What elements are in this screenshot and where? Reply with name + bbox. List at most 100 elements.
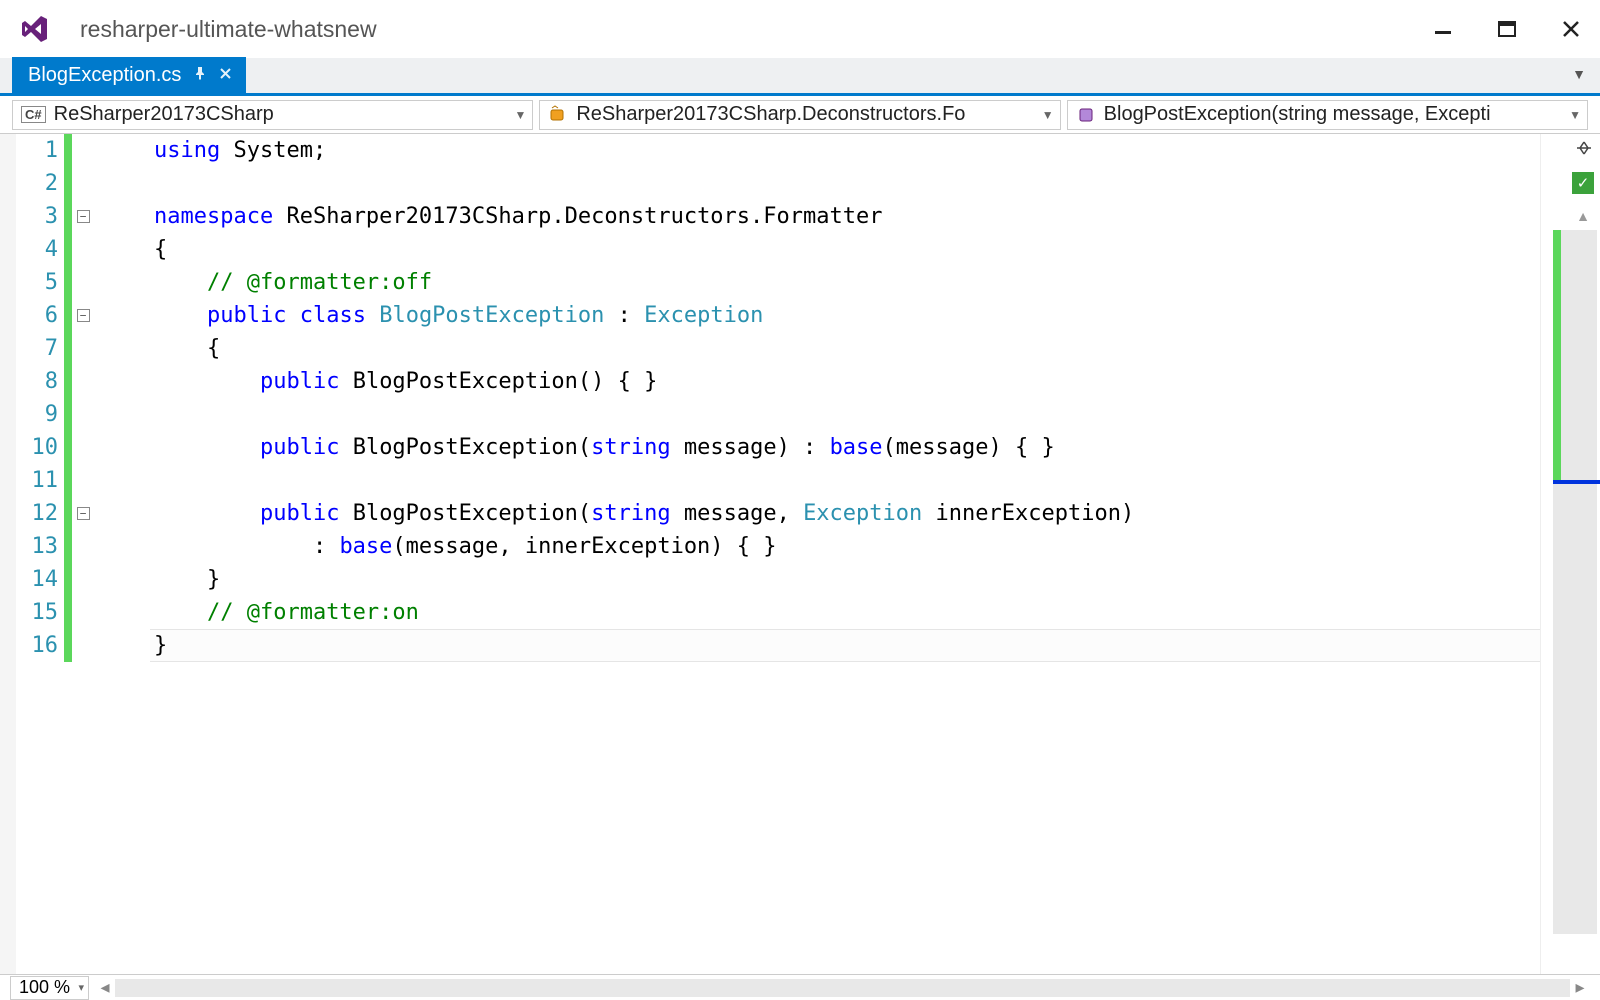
gutter-row: 12− — [16, 497, 150, 530]
line-number: 5 — [16, 270, 64, 295]
fold-toggle-icon[interactable]: − — [77, 309, 90, 322]
change-indicator — [64, 563, 72, 596]
gutter-row: 1 — [16, 134, 150, 167]
project-name: ReSharper20173CSharp — [54, 103, 274, 126]
code-line[interactable] — [150, 167, 1540, 200]
line-number: 6 — [16, 303, 64, 328]
maximize-button[interactable] — [1494, 16, 1520, 42]
gutter-row: 3− — [16, 200, 150, 233]
gutter-row: 13 — [16, 530, 150, 563]
code-text: : base(message, innerException) { } — [150, 534, 777, 559]
line-number-gutter: 123−456−789101112−13141516 — [16, 134, 150, 974]
code-line[interactable]: { — [150, 332, 1540, 365]
line-number: 11 — [16, 468, 64, 493]
code-line[interactable]: public class BlogPostException : Excepti… — [150, 299, 1540, 332]
scroll-right-icon[interactable]: ▸ — [1570, 977, 1590, 998]
marker-bar: ✓ ▲ — [1540, 134, 1600, 974]
change-indicator — [64, 629, 72, 662]
marker-track[interactable] — [1553, 230, 1597, 934]
code-line[interactable]: namespace ReSharper20173CSharp.Deconstru… — [150, 200, 1540, 233]
project-dropdown[interactable]: C# ReSharper20173CSharp ▼ — [12, 100, 533, 130]
inspection-status-icon[interactable]: ✓ — [1572, 172, 1594, 194]
chevron-down-icon: ▼ — [514, 108, 526, 122]
change-indicator — [64, 398, 72, 431]
code-line[interactable] — [150, 464, 1540, 497]
code-line[interactable]: } — [150, 563, 1540, 596]
change-indicator — [64, 530, 72, 563]
code-line[interactable]: using System; — [150, 134, 1540, 167]
change-indicator — [64, 497, 72, 530]
title-bar: resharper-ultimate-whatsnew — [0, 0, 1600, 58]
class-dropdown[interactable]: ReSharper20173CSharp.Deconstructors.Fo ▼ — [539, 100, 1060, 130]
gutter-row: 2 — [16, 167, 150, 200]
code-line[interactable] — [150, 398, 1540, 431]
fold-column: − — [72, 210, 94, 223]
close-tab-icon[interactable] — [219, 67, 232, 84]
fold-toggle-icon[interactable]: − — [77, 507, 90, 520]
line-number: 7 — [16, 336, 64, 361]
fold-toggle-icon[interactable]: − — [77, 210, 90, 223]
change-indicator — [64, 365, 72, 398]
gutter-row: 15 — [16, 596, 150, 629]
code-text: { — [150, 336, 220, 361]
pin-icon[interactable] — [193, 66, 207, 84]
code-line[interactable]: // @formatter:on — [150, 596, 1540, 629]
code-line[interactable]: } — [150, 629, 1540, 662]
code-text: public BlogPostException(string message)… — [150, 435, 1055, 460]
line-number: 16 — [16, 633, 64, 658]
code-line[interactable]: // @formatter:off — [150, 266, 1540, 299]
navigation-bar: C# ReSharper20173CSharp ▼ ReSharper20173… — [0, 96, 1600, 134]
tab-label: BlogException.cs — [28, 64, 181, 87]
change-indicator — [64, 464, 72, 497]
gutter-row: 9 — [16, 398, 150, 431]
scrollbar-track[interactable] — [115, 979, 1570, 997]
scroll-left-icon[interactable]: ◂ — [95, 977, 115, 998]
line-number: 13 — [16, 534, 64, 559]
line-number: 3 — [16, 204, 64, 229]
line-number: 9 — [16, 402, 64, 427]
code-line[interactable]: { — [150, 233, 1540, 266]
change-indicator — [64, 233, 72, 266]
tab-active[interactable]: BlogException.cs — [12, 57, 246, 93]
change-indicator — [64, 332, 72, 365]
code-text: public BlogPostException() { } — [150, 369, 657, 394]
close-button[interactable] — [1558, 16, 1584, 42]
scroll-up-icon[interactable]: ▲ — [1576, 208, 1590, 224]
class-icon — [548, 105, 568, 125]
code-text: // @formatter:off — [150, 270, 432, 295]
chevron-down-icon: ▼ — [1569, 108, 1581, 122]
line-number: 10 — [16, 435, 64, 460]
line-number: 14 — [16, 567, 64, 592]
gutter-row: 5 — [16, 266, 150, 299]
code-text: } — [150, 567, 220, 592]
code-text: public BlogPostException(string message,… — [150, 501, 1134, 526]
gutter-row: 4 — [16, 233, 150, 266]
code-text: public class BlogPostException : Excepti… — [150, 303, 763, 328]
gutter-row: 8 — [16, 365, 150, 398]
code-editor[interactable]: 123−456−789101112−13141516 using System;… — [0, 134, 1600, 974]
change-indicator — [64, 134, 72, 167]
code-line[interactable]: public BlogPostException() { } — [150, 365, 1540, 398]
code-line[interactable]: public BlogPostException(string message)… — [150, 431, 1540, 464]
method-icon — [1076, 105, 1096, 125]
tab-overflow-icon[interactable]: ▼ — [1572, 66, 1586, 82]
code-text: // @formatter:on — [150, 600, 419, 625]
code-text: using System; — [150, 138, 326, 163]
zoom-dropdown[interactable]: 100 % — [10, 976, 89, 1000]
editor-left-margin — [0, 134, 16, 974]
fold-column: − — [72, 507, 94, 520]
code-line[interactable]: public BlogPostException(string message,… — [150, 497, 1540, 530]
gutter-row: 16 — [16, 629, 150, 662]
gutter-row: 7 — [16, 332, 150, 365]
line-number: 1 — [16, 138, 64, 163]
change-marker — [1553, 230, 1561, 480]
code-line[interactable]: : base(message, innerException) { } — [150, 530, 1540, 563]
split-editor-icon[interactable] — [1574, 138, 1594, 158]
minimize-button[interactable] — [1430, 16, 1456, 42]
member-dropdown[interactable]: BlogPostException(string message, Except… — [1067, 100, 1588, 130]
change-indicator — [64, 200, 72, 233]
horizontal-scrollbar[interactable]: ◂ ▸ — [95, 978, 1590, 998]
gutter-row: 14 — [16, 563, 150, 596]
code-text-area[interactable]: using System; namespace ReSharper20173CSh… — [150, 134, 1540, 974]
change-indicator — [64, 167, 72, 200]
